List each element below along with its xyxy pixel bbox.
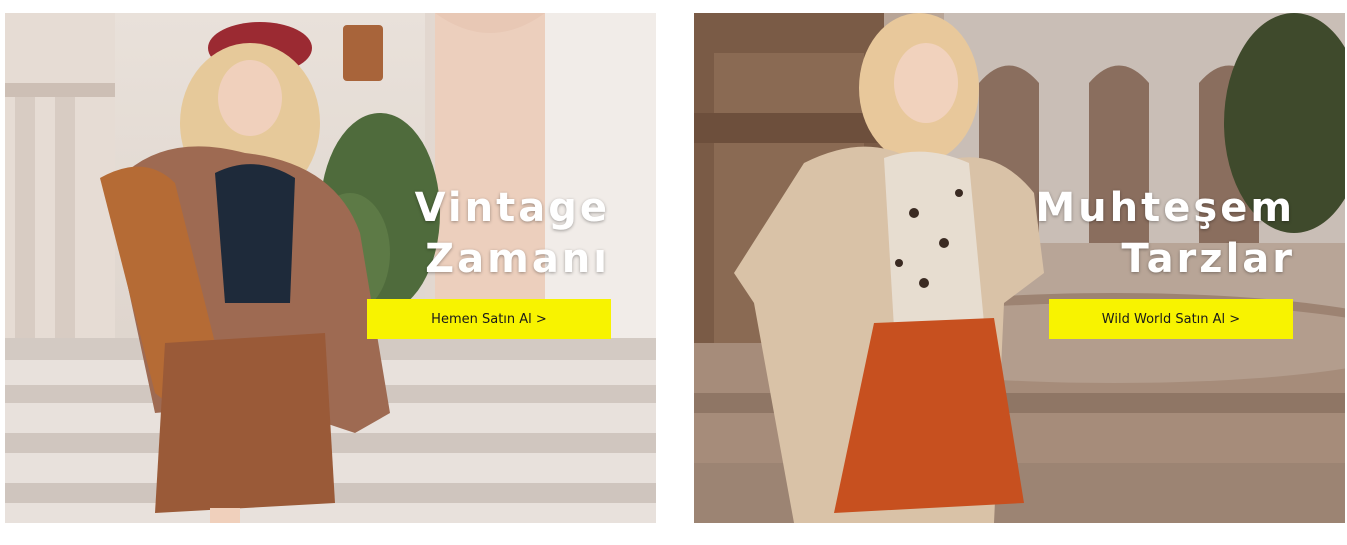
headline-line-2: Zamanı (425, 236, 610, 282)
hemen-satin-al-button[interactable]: Hemen Satın Al > (367, 299, 611, 339)
headline-line-2: Tarzlar (1121, 236, 1295, 282)
headline-line-1: Vintage (414, 185, 610, 231)
promo-banner-vintage[interactable]: Vintage Zamanı Hemen Satın Al > (5, 13, 656, 523)
wild-world-satin-al-button[interactable]: Wild World Satın Al > (1049, 299, 1293, 339)
headline-line-1: Muhteşem (1035, 185, 1295, 231)
promo-banner-muhtesem[interactable]: Muhteşem Tarzlar Wild World Satın Al > (694, 13, 1345, 523)
banner-headline-vintage: Vintage Zamanı (415, 183, 610, 285)
banner-headline-muhtesem: Muhteşem Tarzlar (1035, 183, 1295, 285)
